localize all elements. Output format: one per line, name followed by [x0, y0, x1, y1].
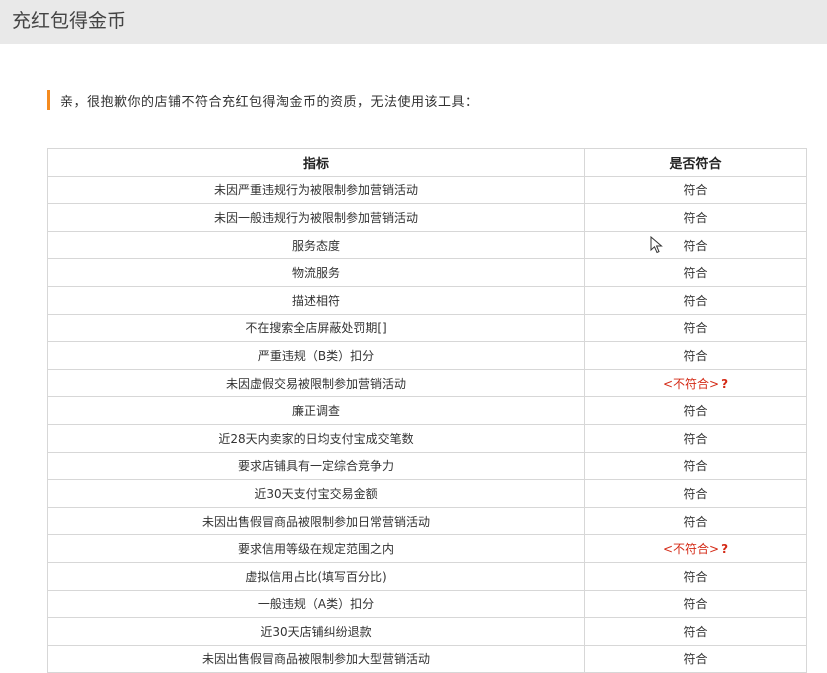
- status-pass: 符合: [683, 652, 708, 667]
- status-pass: 符合: [683, 569, 708, 584]
- status-pass: 符合: [683, 210, 708, 225]
- page-header: 充红包得金币: [0, 0, 827, 44]
- table-row: 描述相符 符合: [47, 285, 807, 315]
- status-pass: 符合: [683, 404, 708, 419]
- status-pass: 符合: [683, 624, 708, 639]
- status-cell: 符合: [584, 423, 807, 453]
- status-pass: 符合: [683, 293, 708, 308]
- criterion-cell: 未因严重违规行为被限制参加营销活动: [47, 175, 585, 205]
- criterion-cell: 描述相符: [47, 285, 585, 315]
- criterion-cell: 要求店铺具有一定综合竞争力: [47, 451, 585, 481]
- status-cell: 符合: [584, 506, 807, 536]
- criterion-cell: 不在搜索全店屏蔽处罚期[]: [47, 313, 585, 343]
- criterion-cell: 严重违规（B类）扣分: [47, 341, 585, 370]
- status-cell: 符合: [584, 313, 807, 343]
- table-row: 廉正调查 符合: [47, 396, 807, 425]
- status-pass: 符合: [683, 459, 708, 474]
- help-question-icon[interactable]: ?: [721, 542, 728, 556]
- table-row: 未因一般违规行为被限制参加营销活动 符合: [47, 203, 807, 232]
- page-title: 充红包得金币: [12, 10, 127, 32]
- status-pass: 符合: [683, 486, 708, 501]
- criterion-cell: 服务态度: [47, 230, 585, 260]
- criterion-cell: 近28天内卖家的日均支付宝成交笔数: [47, 423, 585, 453]
- status-cell: 符合: [584, 644, 807, 673]
- criterion-cell: 未因出售假冒商品被限制参加大型营销活动: [47, 644, 585, 673]
- status-cell: 符合: [584, 230, 807, 260]
- column-header-status: 是否符合: [584, 148, 807, 177]
- table-row: 服务态度 符合: [47, 230, 807, 260]
- table-row: 未因出售假冒商品被限制参加日常营销活动 符合: [47, 506, 807, 536]
- mouse-pointer-icon: [650, 236, 663, 254]
- status-cell: 符合: [584, 451, 807, 481]
- notice-accent-bar: [47, 90, 50, 110]
- criteria-table-body: 未因严重违规行为被限制参加营销活动 符合 未因一般违规行为被限制参加营销活动 符合 服务…: [47, 175, 807, 673]
- status-cell: 符合: [584, 561, 807, 591]
- status-cell: 符合: [584, 479, 807, 508]
- table-row: 未因出售假冒商品被限制参加大型营销活动 符合: [47, 644, 807, 673]
- status-pass: 符合: [683, 238, 708, 253]
- status-cell: <不符合>?: [584, 368, 807, 398]
- notice-text: 亲，很抱歉你的店铺不符合充红包得淘金币的资质，无法使用该工具：: [60, 94, 479, 110]
- criterion-cell: 虚拟信用占比(填写百分比): [47, 561, 585, 591]
- status-pass: 符合: [683, 514, 708, 529]
- table-row: 一般违规（A类）扣分 符合: [47, 589, 807, 619]
- criterion-cell: 未因虚假交易被限制参加营销活动: [47, 368, 585, 398]
- status-cell: 符合: [584, 617, 807, 646]
- table-row: 近30天支付宝交易金额 符合: [47, 479, 807, 508]
- status-pass: 符合: [683, 348, 708, 363]
- status-cell: 符合: [584, 285, 807, 315]
- status-cell: 符合: [584, 396, 807, 425]
- criterion-cell: 一般违规（A类）扣分: [47, 589, 585, 619]
- table-row: 严重违规（B类）扣分 符合: [47, 341, 807, 370]
- eligibility-notice: 亲，很抱歉你的店铺不符合充红包得淘金币的资质，无法使用该工具：: [47, 90, 479, 110]
- status-fail: <不符合>: [662, 542, 720, 557]
- criterion-cell: 近30天店铺纠纷退款: [47, 617, 585, 646]
- criterion-cell: 物流服务: [47, 258, 585, 287]
- status-fail-link[interactable]: <不符合>?: [663, 542, 728, 556]
- status-cell: 符合: [584, 175, 807, 205]
- criterion-cell: 近30天支付宝交易金额: [47, 479, 585, 508]
- table-row: 要求店铺具有一定综合竞争力 符合: [47, 451, 807, 481]
- table-row: 近30天店铺纠纷退款 符合: [47, 617, 807, 646]
- status-pass: 符合: [683, 431, 708, 446]
- table-row: 不在搜索全店屏蔽处罚期[] 符合: [47, 313, 807, 343]
- status-pass: 符合: [683, 183, 708, 198]
- status-pass: 符合: [683, 321, 708, 336]
- status-cell: 符合: [584, 341, 807, 370]
- table-row: 要求信用等级在规定范围之内 <不符合>?: [47, 534, 807, 563]
- criteria-table: 指标 是否符合 未因严重违规行为被限制参加营销活动 符合 未因一般违规行为被限制参加…: [47, 148, 807, 673]
- table-row: 未因严重违规行为被限制参加营销活动 符合: [47, 175, 807, 205]
- criterion-cell: 未因出售假冒商品被限制参加日常营销活动: [47, 506, 585, 536]
- criterion-cell: 未因一般违规行为被限制参加营销活动: [47, 203, 585, 232]
- status-cell: <不符合>?: [584, 534, 807, 563]
- status-pass: 符合: [683, 597, 708, 612]
- table-row: 物流服务 符合: [47, 258, 807, 287]
- help-question-icon[interactable]: ?: [721, 377, 728, 391]
- criterion-cell: 廉正调查: [47, 396, 585, 425]
- status-fail-link[interactable]: <不符合>?: [663, 377, 728, 391]
- status-pass: 符合: [683, 266, 708, 281]
- table-row: 近28天内卖家的日均支付宝成交笔数 符合: [47, 423, 807, 453]
- table-header-row: 指标 是否符合: [47, 148, 807, 177]
- table-row: 虚拟信用占比(填写百分比) 符合: [47, 561, 807, 591]
- table-row: 未因虚假交易被限制参加营销活动 <不符合>?: [47, 368, 807, 398]
- status-cell: 符合: [584, 203, 807, 232]
- status-cell: 符合: [584, 589, 807, 619]
- status-fail: <不符合>: [662, 376, 720, 391]
- status-cell: 符合: [584, 258, 807, 287]
- column-header-criterion: 指标: [47, 148, 585, 177]
- criterion-cell: 要求信用等级在规定范围之内: [47, 534, 585, 563]
